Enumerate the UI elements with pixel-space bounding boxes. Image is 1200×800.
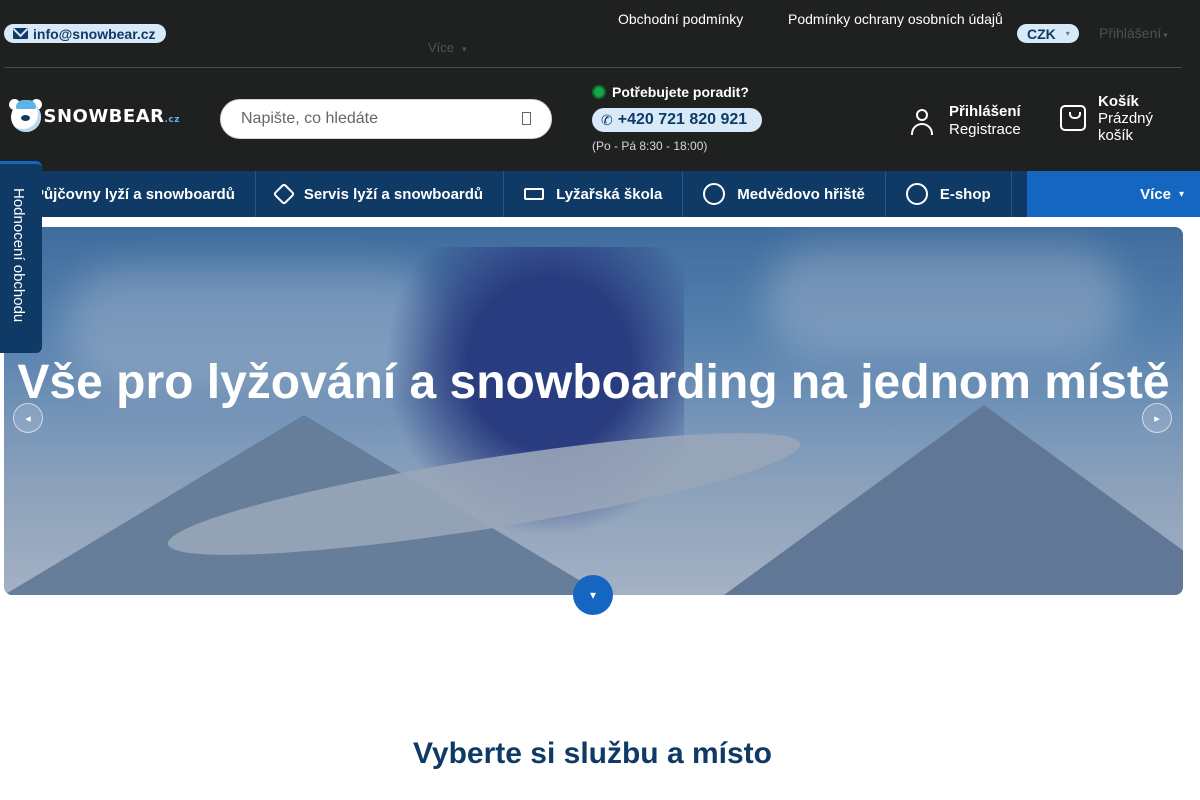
nav-label: Lyžařská škola <box>556 185 663 203</box>
nav-item-eshop[interactable]: E-shop <box>886 171 1012 217</box>
phone-link[interactable]: ✆ +420 721 820 921 <box>592 108 762 132</box>
nav-more-label: Více <box>1140 185 1171 203</box>
nav-label: Servis lyží a snowboardů <box>303 185 484 203</box>
divider <box>4 67 1182 68</box>
store-rating-tab[interactable]: Hodnocení obchodu <box>0 161 42 353</box>
bear-logo-icon <box>8 98 42 134</box>
top-login-label: Přihlášení <box>1099 25 1162 41</box>
help-title: Potřebujete poradit? <box>592 84 749 100</box>
bear-face-icon <box>703 183 726 205</box>
terms-link[interactable]: Obchodní podmínky <box>618 11 743 27</box>
nav-item-ski-school[interactable]: Lyžařská škola <box>504 171 684 217</box>
hero-banner: Vše pro lyžování a snowboarding na jedno… <box>4 227 1183 595</box>
graduation-cap-icon <box>524 188 545 200</box>
nav-label: Půjčovny lyží a snowboardů <box>34 185 235 203</box>
top-header: info@snowbear.cz Obchodní podmínky Podmí… <box>0 0 1200 171</box>
nav-label: Medvědovo hřiště <box>737 185 865 203</box>
help-block: Potřebujete poradit? <box>592 84 749 100</box>
cart-status: Prázdný košík <box>1098 110 1154 144</box>
search-box <box>220 99 552 139</box>
chevron-down-icon: ▾ <box>462 44 467 54</box>
arrow-right-icon: ▸ <box>1154 412 1160 425</box>
snowbear-logo[interactable]: SNOWBEAR.cz <box>8 97 180 135</box>
logo-text: SNOWBEAR.cz <box>43 105 180 127</box>
helmet-icon <box>905 183 928 205</box>
chevron-down-icon: ▾ <box>1065 29 1070 38</box>
email-text: info@snowbear.cz <box>33 25 156 42</box>
search-icon[interactable] <box>522 112 531 125</box>
cart-title: Košík <box>1098 93 1139 110</box>
email-link[interactable]: info@snowbear.cz <box>4 24 166 43</box>
arrow-down-icon: ▾ <box>589 588 597 602</box>
arrow-left-icon: ◂ <box>25 412 31 425</box>
scroll-down-button[interactable]: ▾ <box>573 575 613 615</box>
cart-link[interactable]: Košík Prázdný košík <box>1060 93 1168 144</box>
nav-more-menu[interactable]: Více ▾ <box>1027 171 1200 217</box>
online-status-icon <box>592 85 606 99</box>
carousel-next-button[interactable]: ▸ <box>1142 403 1172 433</box>
store-rating-label: Hodnocení obchodu <box>10 188 27 323</box>
phone-number: +420 721 820 921 <box>617 111 748 128</box>
hero-title: Vše pro lyžování a snowboarding na jedno… <box>17 356 1170 409</box>
ski-service-icon <box>272 182 296 206</box>
opening-hours: (Po - Pá 8:30 - 18:00) <box>592 139 708 153</box>
user-icon <box>908 107 936 135</box>
carousel-prev-button[interactable]: ◂ <box>13 403 43 433</box>
nav-label: E-shop <box>939 185 991 203</box>
chevron-down-icon: ▾ <box>1163 30 1168 40</box>
top-login-link[interactable]: Přihlášení ▾ <box>1099 25 1168 41</box>
nav-item-service[interactable]: Servis lyží a snowboardů <box>256 171 505 217</box>
phone-icon: ✆ <box>601 111 613 128</box>
section-title: Vyberte si službu a místo <box>413 737 772 770</box>
account-link[interactable]: Přihlášení Registrace <box>908 103 1021 138</box>
currency-select[interactable]: CZK ▾ <box>1017 24 1079 43</box>
main-navigation: Půjčovny lyží a snowboardů Servis lyží a… <box>0 171 1200 217</box>
chevron-down-icon: ▾ <box>1178 188 1184 200</box>
currency-label: CZK <box>1027 25 1056 42</box>
search-input[interactable] <box>241 110 501 128</box>
privacy-link[interactable]: Podmínky ochrany osobních údajů <box>788 11 1003 27</box>
top-more-label: Více <box>428 40 455 55</box>
top-more-menu[interactable]: Více ▾ <box>428 40 467 55</box>
shopping-bag-icon <box>1060 105 1086 131</box>
envelope-icon <box>13 28 28 39</box>
account-login-label: Přihlášení <box>949 103 1021 120</box>
account-register-label: Registrace <box>949 121 1021 138</box>
nav-item-playground[interactable]: Medvědovo hřiště <box>683 171 886 217</box>
